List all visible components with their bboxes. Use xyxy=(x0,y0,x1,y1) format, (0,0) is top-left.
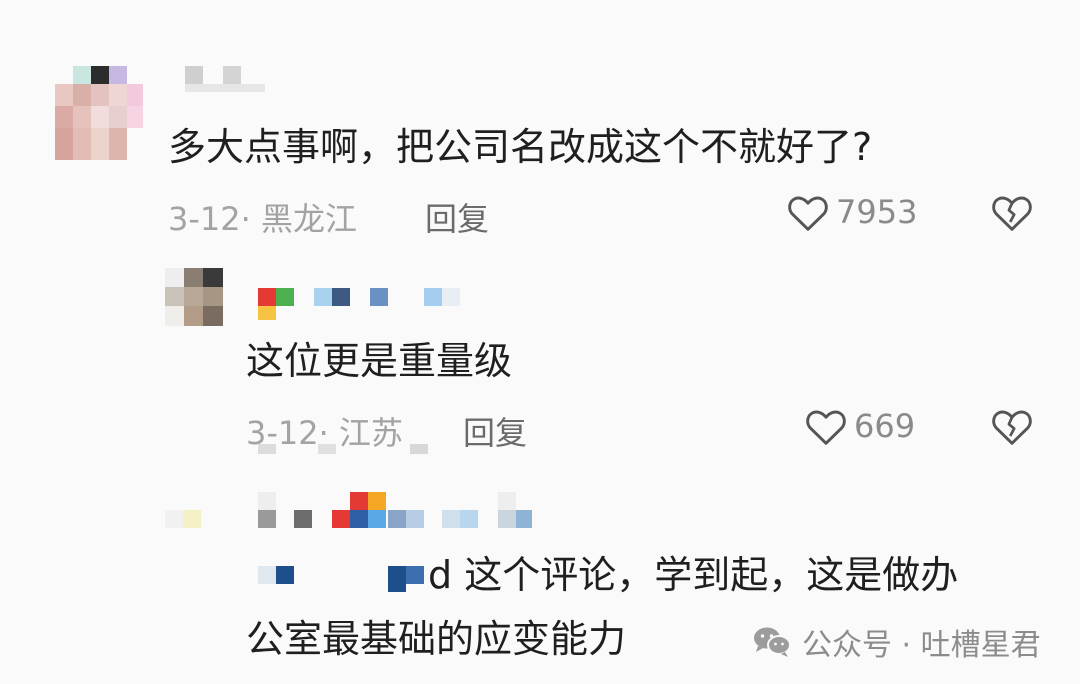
avatar[interactable] xyxy=(165,268,223,326)
watermark-text: 公众号 · 吐槽星君 xyxy=(802,628,1041,663)
comment-text-line-2: 公室最基础的应变能力 xyxy=(246,617,627,661)
like-button[interactable]: 669 xyxy=(804,406,915,446)
wechat-icon xyxy=(752,624,792,660)
like-button[interactable]: 7953 xyxy=(786,192,917,232)
dislike-button[interactable] xyxy=(990,406,1034,446)
username[interactable] xyxy=(185,66,275,96)
comment-text: 多大点事啊，把公司名改成这个不就好了? xyxy=(168,125,873,169)
broken-heart-icon xyxy=(990,406,1034,446)
avatar[interactable] xyxy=(55,66,143,160)
dislike-button[interactable] xyxy=(990,192,1034,232)
cropped-row xyxy=(258,444,468,456)
username[interactable] xyxy=(258,288,468,322)
heart-outline-icon xyxy=(786,192,830,232)
reply-button[interactable]: 回复 xyxy=(463,408,527,454)
mention-link[interactable] xyxy=(258,562,428,594)
avatar[interactable] xyxy=(165,510,205,530)
heart-outline-icon xyxy=(804,406,848,446)
reply-button[interactable]: 回复 xyxy=(425,194,489,240)
username[interactable] xyxy=(258,492,538,530)
comment-date-location: 3-12· 黑龙江 xyxy=(168,200,357,238)
broken-heart-icon xyxy=(990,192,1034,232)
comment-text: 这位更是重量级 xyxy=(246,339,513,383)
like-count: 7953 xyxy=(836,193,918,231)
like-count: 669 xyxy=(854,407,916,445)
watermark: 公众号 · 吐槽星君 xyxy=(752,620,1041,664)
comment-text-line-1: d 这个评论，学到起，这是做办 xyxy=(428,553,959,597)
